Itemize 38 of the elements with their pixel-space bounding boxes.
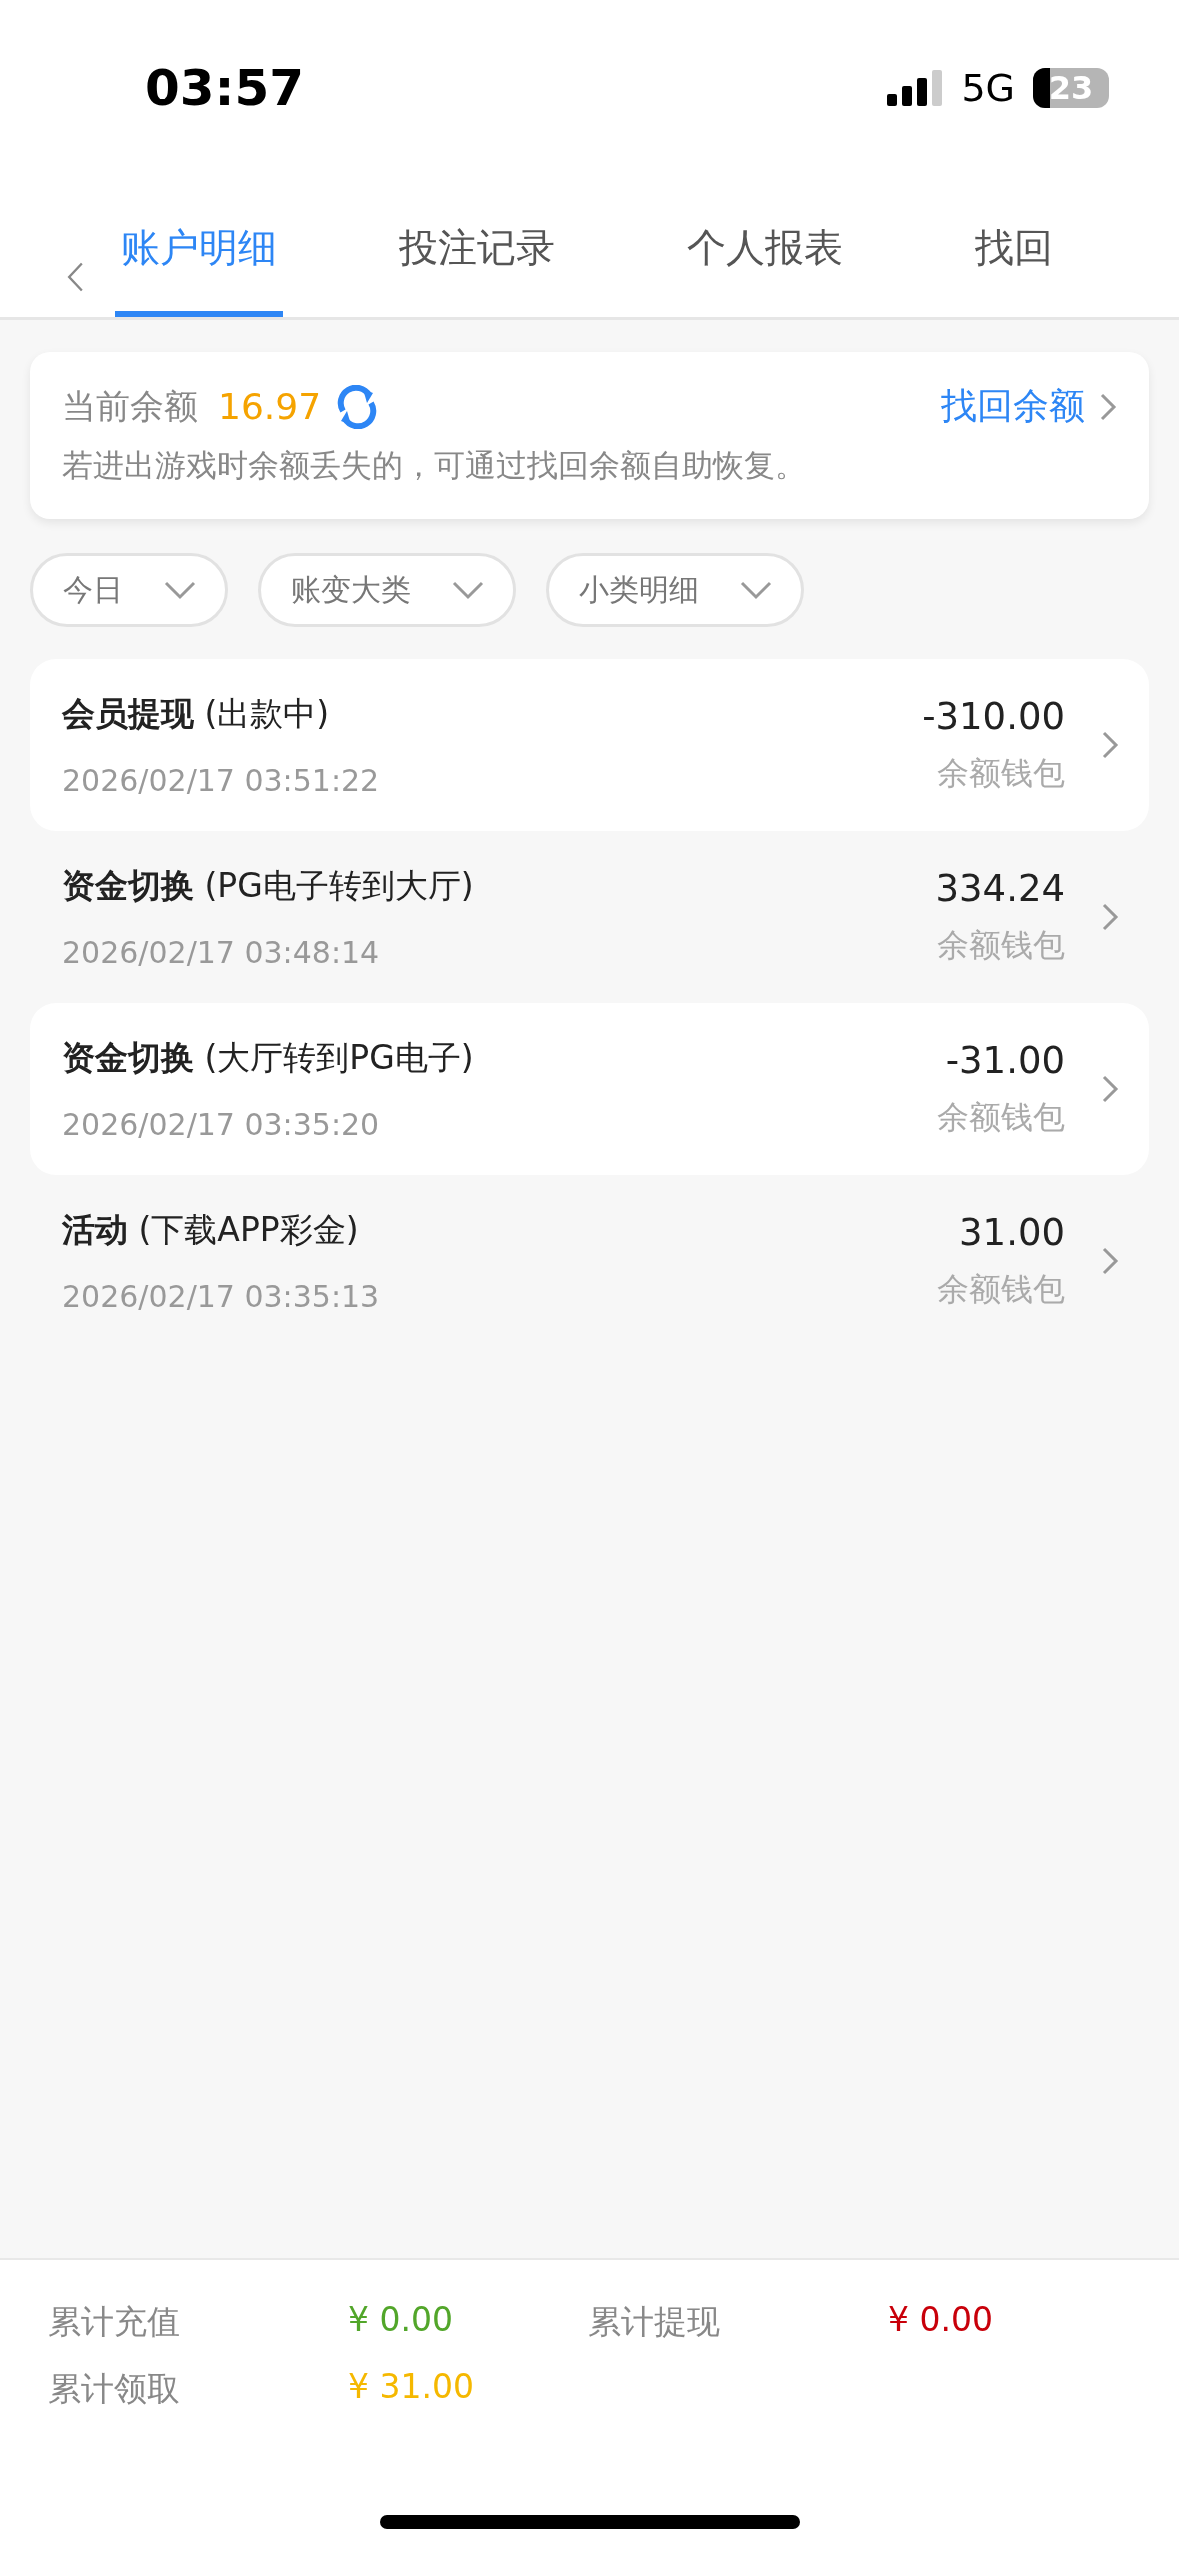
record-wallet: 余额钱包	[937, 1268, 1065, 1310]
record-amount: 334.24	[935, 866, 1065, 910]
record-row[interactable]: 会员提现 (出款中) 2026/02/17 03:51:22 -310.00 余额钱包	[30, 659, 1149, 831]
record-amount: 31.00	[959, 1210, 1065, 1254]
tab[interactable]: 账户明细	[115, 175, 283, 317]
record-amount: -310.00	[922, 694, 1065, 738]
balance-amount: 16.97	[218, 386, 322, 427]
record-title: 资金切换 (PG电子转到大厅)	[62, 865, 475, 907]
record-wallet: 余额钱包	[937, 752, 1065, 794]
record-title: 资金切换 (大厅转到PG电子)	[62, 1037, 475, 1079]
record-time: 2026/02/17 03:35:20	[62, 1107, 381, 1142]
record-wallet: 余额钱包	[937, 1096, 1065, 1138]
total-value: ¥ 0.00	[888, 2300, 994, 2341]
battery-icon: 23	[1033, 67, 1109, 108]
record-wallet: 余额钱包	[937, 924, 1065, 966]
record-time: 2026/02/17 03:48:14	[62, 935, 381, 970]
record-amount: -31.00	[945, 1038, 1065, 1082]
total-value: ¥ 31.00	[348, 2367, 475, 2408]
total-label: 累计提现	[588, 2301, 721, 2343]
clock-time: 03:57	[145, 58, 305, 117]
record-title: 活动 (下载APP彩金)	[62, 1209, 360, 1251]
filter-dropdown[interactable]: 账变大类	[258, 553, 516, 627]
filter-dropdown[interactable]: 小类明细	[546, 553, 804, 627]
record-time: 2026/02/17 03:35:13	[62, 1279, 381, 1314]
recover-balance-link[interactable]: 找回余额	[941, 382, 1117, 431]
record-row[interactable]: 资金切换 (大厅转到PG电子) 2026/02/17 03:35:20 -31.00 余额钱包	[30, 1003, 1149, 1175]
total-label: 累计充值	[48, 2301, 181, 2343]
balance-label: 当前余额	[62, 384, 198, 428]
network-label: 5G	[961, 65, 1015, 110]
balance-note: 若进出游戏时余额丢失的，可通过找回余额自助恢复。	[62, 446, 807, 485]
total-value: ¥ 0.00	[348, 2300, 454, 2341]
total-label: 累计领取	[48, 2368, 181, 2410]
tab[interactable]: 找回	[969, 175, 1059, 317]
filter-dropdown[interactable]: 今日	[30, 553, 228, 627]
record-time: 2026/02/17 03:51:22	[62, 763, 381, 798]
tab[interactable]: 个人报表	[681, 175, 849, 317]
tab[interactable]: 投注记录	[393, 175, 561, 317]
record-title: 会员提现 (出款中)	[62, 693, 331, 735]
